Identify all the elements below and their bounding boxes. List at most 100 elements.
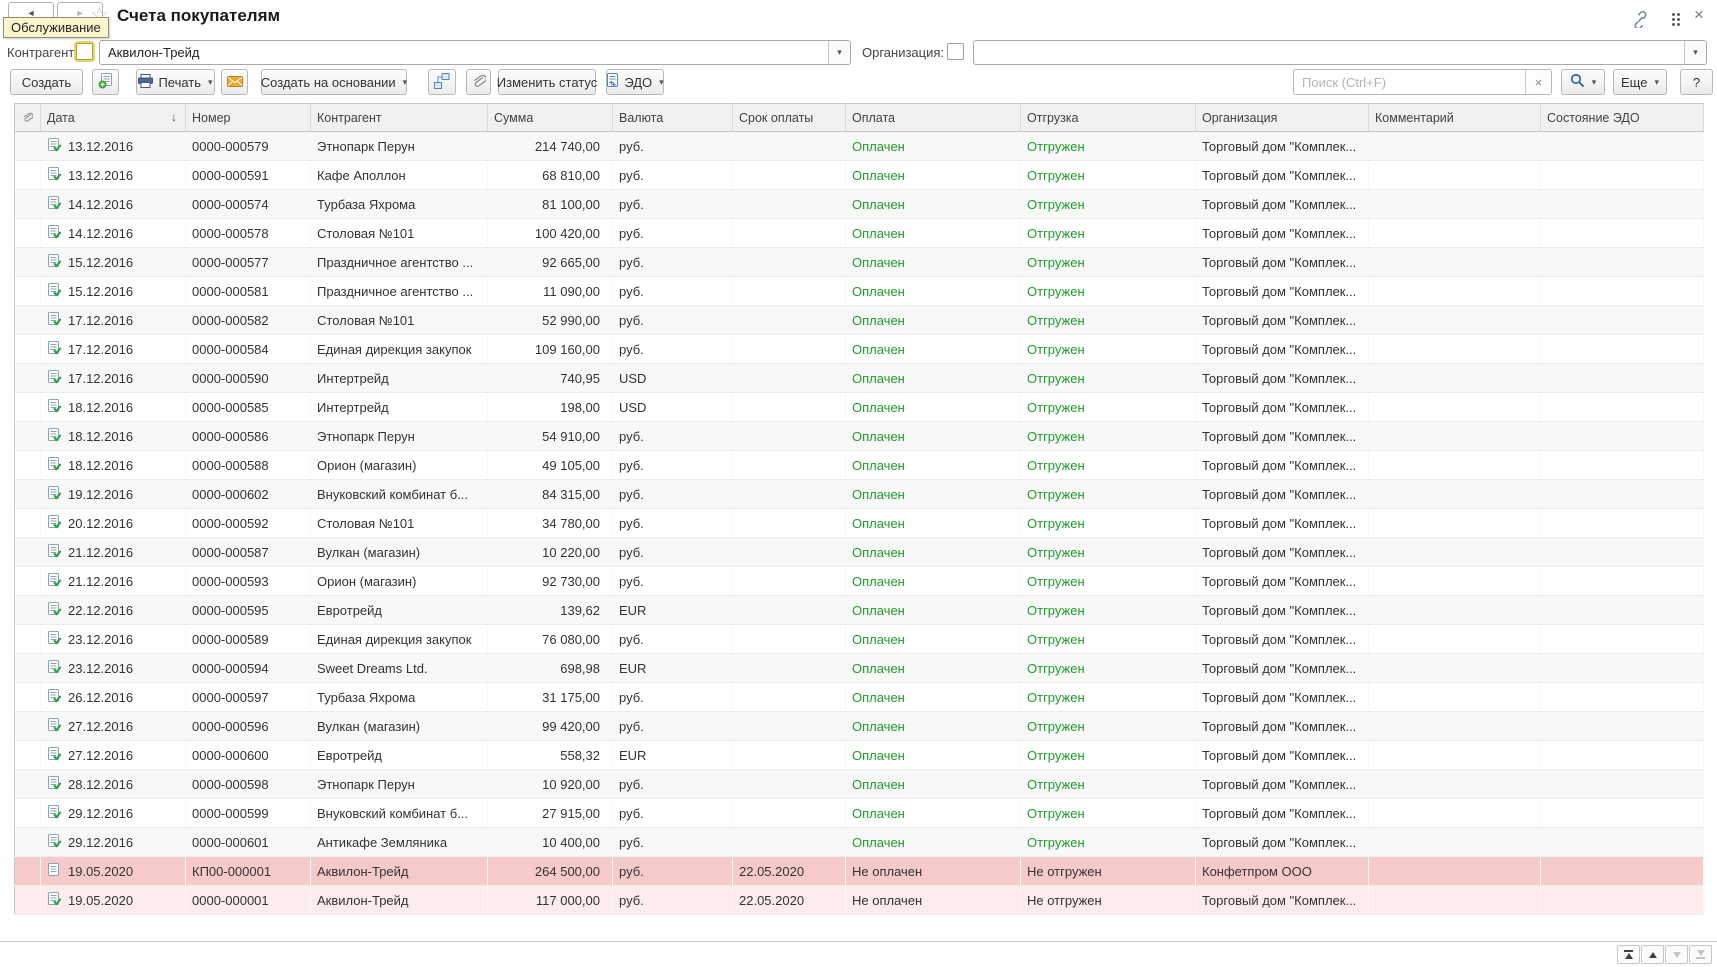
kontragent-dropdown-button[interactable]: ▾ xyxy=(828,41,850,64)
cell-number: 0000-000584 xyxy=(185,334,311,364)
table-row[interactable]: 21.12.2016 0000-000593 Орион (магазин) 92 7… xyxy=(14,566,1704,596)
search-button[interactable]: ▾ xyxy=(1561,69,1605,95)
header-due-date[interactable]: Срок оплаты xyxy=(732,103,846,132)
table-row[interactable]: 15.12.2016 0000-000581 Праздничное агентст… xyxy=(14,276,1704,306)
cell-contractor: Антикафе Земляника xyxy=(310,827,488,857)
header-comment[interactable]: Комментарий xyxy=(1368,103,1541,132)
create-button[interactable]: Создать xyxy=(10,69,83,95)
attachments-button[interactable] xyxy=(466,69,491,95)
cell-attachment xyxy=(14,885,41,915)
table-row[interactable]: 15.12.2016 0000-000577 Праздничное агентст… xyxy=(14,247,1704,277)
table-row[interactable]: 22.12.2016 0000-000595 Евротрейд 139,62 EUR О… xyxy=(14,595,1704,625)
table-row[interactable]: 23.12.2016 0000-000589 Единая дирекция зак… xyxy=(14,624,1704,654)
document-structure-button[interactable] xyxy=(428,69,456,95)
document-unposted-icon xyxy=(47,862,62,880)
header-date[interactable]: Дата ↓ xyxy=(40,103,186,132)
table-row[interactable]: 20.12.2016 0000-000592 Столовая №101 34 780… xyxy=(14,508,1704,538)
header-edo-state[interactable]: Состояние ЭДО xyxy=(1540,103,1704,132)
cell-organization: Торговый дом "Комплек... xyxy=(1195,624,1369,654)
document-posted-icon xyxy=(47,891,62,909)
cell-attachment xyxy=(14,827,41,857)
table-row[interactable]: 27.12.2016 0000-000600 Евротрейд 558,32 EUR О… xyxy=(14,740,1704,770)
create-based-on-button[interactable]: Создать на основании ▾ xyxy=(261,69,407,95)
header-organization[interactable]: Организация xyxy=(1195,103,1369,132)
kontragent-filter-checkbox[interactable] xyxy=(76,43,93,60)
table-row[interactable]: 18.12.2016 0000-000585 Интертрейд 198,00 USD… xyxy=(14,392,1704,422)
cell-shipment: Отгружен xyxy=(1020,363,1196,393)
header-payment[interactable]: Оплата xyxy=(845,103,1021,132)
table-row[interactable]: 19.12.2016 0000-000602 Внуковский комбинат… xyxy=(14,479,1704,509)
print-button[interactable]: Печать ▾ xyxy=(136,69,215,95)
cell-comment xyxy=(1368,798,1541,828)
cell-due-date xyxy=(732,537,846,567)
kontragent-filter-combobox[interactable]: Аквилон-Трейд ▾ xyxy=(99,40,851,65)
table-row[interactable]: 17.12.2016 0000-000584 Единая дирекция зак… xyxy=(14,334,1704,364)
cell-currency: руб. xyxy=(612,247,733,277)
cell-edo-state xyxy=(1540,334,1704,364)
cell-organization: Торговый дом "Комплек... xyxy=(1195,247,1369,277)
previous-page-button[interactable] xyxy=(1641,945,1664,964)
chevron-down-icon: ▾ xyxy=(1591,76,1597,87)
cell-date-text: 17.12.2016 xyxy=(68,370,134,386)
table-row[interactable]: 13.12.2016 0000-000579 Этнопарк Перун 214 7… xyxy=(14,131,1704,161)
table-row[interactable]: 27.12.2016 0000-000596 Вулкан (магазин) 99 … xyxy=(14,711,1704,741)
table-row[interactable]: 18.12.2016 0000-000588 Орион (магазин) 49 1… xyxy=(14,450,1704,480)
print-button-label: Печать xyxy=(158,74,202,90)
table-row[interactable]: 14.12.2016 0000-000578 Столовая №101 100 42… xyxy=(14,218,1704,248)
table-row[interactable]: 14.12.2016 0000-000574 Турбаза Яхрома 81 10… xyxy=(14,189,1704,219)
header-currency[interactable]: Валюта xyxy=(612,103,733,132)
search-field[interactable]: × xyxy=(1293,69,1552,95)
more-actions-icon[interactable] xyxy=(1672,13,1675,16)
cell-date: 17.12.2016 xyxy=(40,305,186,335)
cell-date-text: 22.12.2016 xyxy=(68,602,134,618)
header-attachment[interactable] xyxy=(14,103,41,132)
cell-payment: Оплачен xyxy=(845,537,1021,567)
search-input[interactable] xyxy=(1294,70,1525,94)
header-payment-label: Оплата xyxy=(852,110,895,125)
create-copy-button[interactable] xyxy=(92,69,119,95)
cell-comment xyxy=(1368,160,1541,190)
cell-payment: Оплачен xyxy=(845,247,1021,277)
cell-due-date xyxy=(732,160,846,190)
cell-organization: Торговый дом "Комплек... xyxy=(1195,276,1369,306)
search-clear-button[interactable]: × xyxy=(1525,70,1551,94)
change-status-button[interactable]: Изменить статус xyxy=(497,69,597,95)
get-link-icon[interactable] xyxy=(1630,10,1651,33)
table-row[interactable]: 21.12.2016 0000-000587 Вулкан (магазин) 10 … xyxy=(14,537,1704,567)
cell-due-date xyxy=(732,827,846,857)
cell-date-text: 27.12.2016 xyxy=(68,718,134,734)
go-first-row-button[interactable] xyxy=(1617,945,1640,964)
help-button[interactable]: ? xyxy=(1680,69,1713,95)
table-row[interactable]: 23.12.2016 0000-000594 Sweet Dreams Ltd. 69… xyxy=(14,653,1704,683)
cell-sum: 81 100,00 xyxy=(487,189,613,219)
table-row[interactable]: 17.12.2016 0000-000590 Интертрейд 740,95 USD… xyxy=(14,363,1704,393)
header-number[interactable]: Номер xyxy=(185,103,311,132)
table-row[interactable]: 18.12.2016 0000-000586 Этнопарк Перун 54 91… xyxy=(14,421,1704,451)
table-row[interactable]: 13.12.2016 0000-000591 Кафе Аполлон 68 810,… xyxy=(14,160,1704,190)
table-row[interactable]: 29.12.2016 0000-000599 Внуковский комбинат… xyxy=(14,798,1704,828)
organization-dropdown-button[interactable]: ▾ xyxy=(1684,41,1706,64)
header-sum[interactable]: Сумма xyxy=(487,103,613,132)
cell-contractor: Кафе Аполлон xyxy=(310,160,488,190)
organization-filter-combobox[interactable]: ▾ xyxy=(973,40,1707,65)
cell-edo-state xyxy=(1540,421,1704,451)
header-shipment[interactable]: Отгрузка xyxy=(1020,103,1196,132)
cell-attachment xyxy=(14,798,41,828)
table-row[interactable]: 17.12.2016 0000-000582 Столовая №101 52 990… xyxy=(14,305,1704,335)
cell-date-text: 26.12.2016 xyxy=(68,689,134,705)
header-contractor[interactable]: Контрагент xyxy=(310,103,488,132)
edo-button[interactable]: ЭДО ▾ xyxy=(606,69,664,95)
table-row[interactable]: 26.12.2016 0000-000597 Турбаза Яхрома 31 17… xyxy=(14,682,1704,712)
cell-currency: руб. xyxy=(612,682,733,712)
close-icon[interactable]: × xyxy=(1694,5,1704,25)
table-row[interactable]: 19.05.2020 0000-000001 Аквилон-Трейд 117 00… xyxy=(14,885,1704,915)
cell-attachment xyxy=(14,131,41,161)
table-row[interactable]: 28.12.2016 0000-000598 Этнопарк Перун 10 92… xyxy=(14,769,1704,799)
more-button[interactable]: Еще ▾ xyxy=(1613,69,1667,95)
organization-filter-checkbox[interactable] xyxy=(947,43,964,60)
cell-number: 0000-000602 xyxy=(185,479,311,509)
table-row[interactable]: 29.12.2016 0000-000601 Антикафе Земляника 1… xyxy=(14,827,1704,857)
table-row[interactable]: 19.05.2020 КП00-000001 Аквилон-Трейд 264 50… xyxy=(14,856,1704,886)
cell-contractor: Столовая №101 xyxy=(310,508,488,538)
send-email-button[interactable] xyxy=(221,69,248,95)
